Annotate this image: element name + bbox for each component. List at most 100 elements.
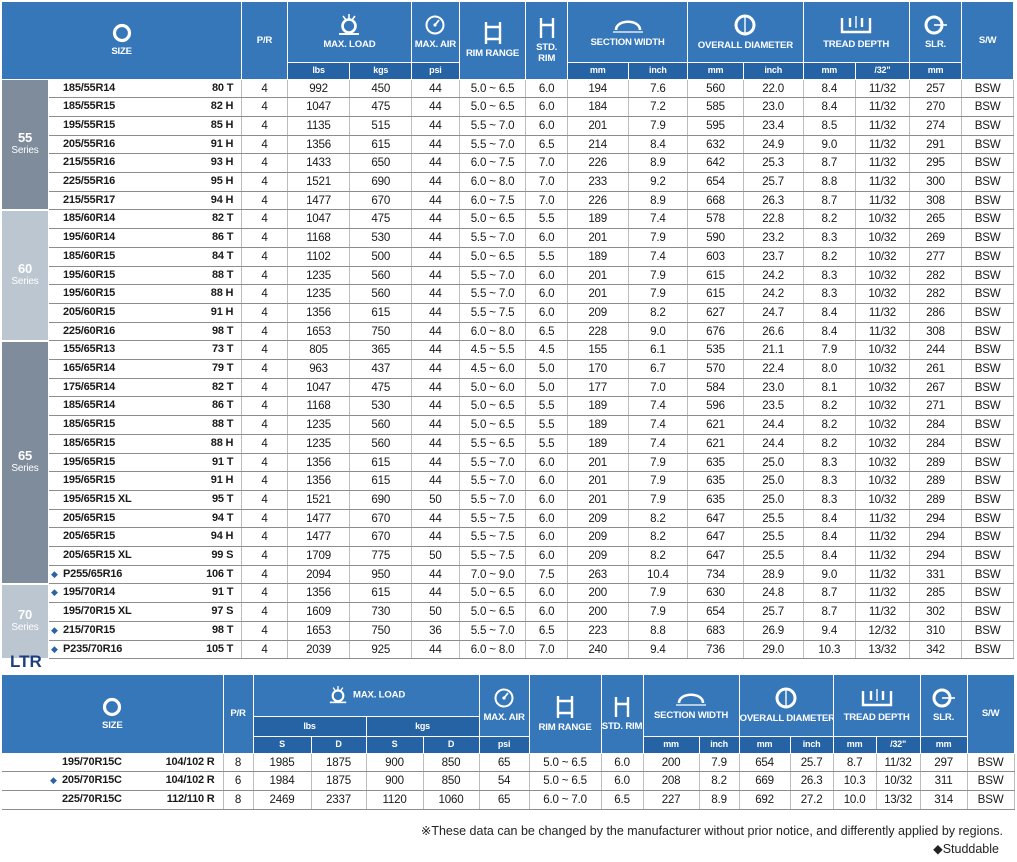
tread-depth-32: 11/32 [876,753,921,773]
sw-header: S/W [961,2,1014,80]
rim-range: 5.0 ~ 6.0 [459,378,527,398]
tread-icon [840,15,872,33]
slr-mm: 289 [909,490,963,510]
rim-range: 5.0 ~ 6.5 [459,583,527,604]
max-air-label: MAX. AIR [414,38,456,50]
table-row: 175/65R14 82 T 4 1047 475 44 5.0 ~ 6.0 5.0 177 7.… [2,378,1014,398]
tire-size: ◆ 205/70R15C [48,771,146,791]
tread-depth-mm: 8.4 [803,303,857,323]
tread-depth-32: 10/32 [855,396,910,417]
load-speed-index: 98 T [147,322,243,342]
td-mm-subheader: mm [803,62,857,80]
overall-diameter-mm: 578 [687,209,744,230]
section-width-label: SECTION WIDTH [590,36,665,48]
max-air-psi: 44 [411,453,460,473]
max-air-psi: 44 [411,191,460,211]
tread-depth-mm: 8.7 [833,753,877,773]
section-width-mm: 170 [567,359,629,379]
ply-rating: 4 [241,640,288,660]
table-row: 195/65R15 91 T 4 1356 615 44 5.5 ~ 7.0 6.0 201 7.… [2,453,1014,473]
overall-diameter-inch: 23.2 [743,228,804,248]
ply-rating: 4 [241,565,288,585]
max-load-lbs: 2039 [287,640,351,660]
tire-size: 185/55R15 [48,97,148,117]
max-load-lbs: 1521 [287,172,351,192]
tread-depth-mm: 9.0 [803,135,857,155]
max-load-lbs: 1709 [287,546,351,566]
slr-mm: 274 [909,116,963,136]
tread-depth-mm: 8.2 [803,396,857,417]
table-row: 185/65R14 86 T 4 1168 530 44 5.0 ~ 6.5 5.5 189 7.… [2,396,1014,417]
section-width-mm: 201 [567,228,629,248]
max-load-kgs: 925 [349,640,413,660]
overall-diameter-inch: 24.7 [743,303,804,323]
rim-range: 5.0 ~ 6.5 [459,415,527,435]
series-label: 55 Series [2,79,50,211]
tread-depth-32: 11/32 [855,322,910,342]
section-width-mm: 184 [567,97,629,117]
overall-diameter-inch: 26.9 [743,621,804,641]
ply-rating: 4 [241,359,288,379]
rim-range: 5.5 ~ 7.5 [459,546,527,566]
tire-size: 195/70R15 XL [48,602,148,622]
ply-rating: 4 [241,509,288,529]
overall-diameter-mm: 683 [687,621,744,641]
table-row: 225/60R16 98 T 4 1653 750 44 6.0 ~ 8.0 6.5 228 9.… [2,322,1014,342]
rim-range: 5.0 ~ 6.5 [529,771,602,791]
overall-diameter-mm: 560 [687,79,744,99]
sidewall: BSW [961,172,1014,192]
std-rim: 6.5 [525,621,568,641]
table-row: 55 Series 185/55R14 80 T 4 992 450 44 5.0 ~ 6.5 6… [2,79,1014,211]
tread-depth-32: 10/32 [855,340,910,361]
load-speed-index: 91 H [147,471,243,491]
ltr-spec-table: SIZE P/R MAX. LOAD MAX. AIR RIM RANGE ST… [2,675,1015,810]
table-row: 195/65R15 91 H 4 1356 615 44 5.5 ~ 7.0 6.0 201 7.… [2,471,1014,491]
overall-diameter-mm: 654 [687,172,744,192]
tire-size-text: 195/60R15 [63,268,116,281]
max-load-kgs: 730 [349,602,413,622]
overall-diameter-inch: 23.7 [743,247,804,267]
slr-mm: 277 [909,247,963,267]
pr-header: P/R [241,2,288,80]
section-width-mm: 194 [567,79,629,99]
tire-size: 185/65R15 [48,434,148,454]
footnote: ※These data can be changed by the manufa… [420,824,1003,838]
load-speed-index: 88 T [147,266,243,286]
load-speed-index: 86 T [147,396,243,417]
max-load-kgs: 500 [349,247,413,267]
ltr-td-32: /32" [876,736,921,754]
std-rim: 6.0 [525,583,568,604]
max-load-kgs: 670 [349,527,413,548]
tread-depth-mm: 8.4 [803,546,857,566]
max-load-lbs: 1047 [287,97,351,117]
rim-range-label: RIM RANGE [465,48,520,60]
rim-range: 6.0 ~ 8.0 [459,640,527,660]
load-speed-index: 82 T [147,209,243,230]
tread-depth-32: 11/32 [855,116,910,136]
section-width-mm: 155 [567,340,629,361]
rim-range: 5.0 ~ 6.5 [459,602,527,622]
max-load-lbs: 1477 [287,509,351,529]
load-speed-index: 79 T [147,359,243,379]
load-speed-index: 84 T [147,247,243,267]
section-width-inch: 7.9 [699,753,740,773]
max-load-lbs: 1477 [287,191,351,211]
tire-size-text: 205/70R15C [62,774,122,787]
max-load-lbs: 1609 [287,602,351,622]
max-load-kgs: 690 [349,490,413,510]
max-air-psi: 44 [411,340,460,361]
overall-diameter-inch: 23.4 [743,116,804,136]
max-load-kgs: 475 [349,378,413,398]
series-text: Series [11,622,39,634]
ply-rating: 4 [241,97,288,117]
tread-depth-mm: 8.3 [803,284,857,304]
tire-size-text: 195/65R15 XL [63,492,132,505]
max-load-lbs: 1356 [287,453,351,473]
table-row: 195/70R15C 104/102 R 8 1985 1875 900 850 65 5.0 … [2,753,1015,773]
load-icon [329,686,347,704]
tread-depth-32: 11/32 [855,509,910,529]
ltr-kgs-s: S [366,736,424,754]
sidewall: BSW [967,771,1015,791]
std-rim: 4.5 [525,340,568,361]
overall-diameter-inch: 25.0 [743,453,804,473]
